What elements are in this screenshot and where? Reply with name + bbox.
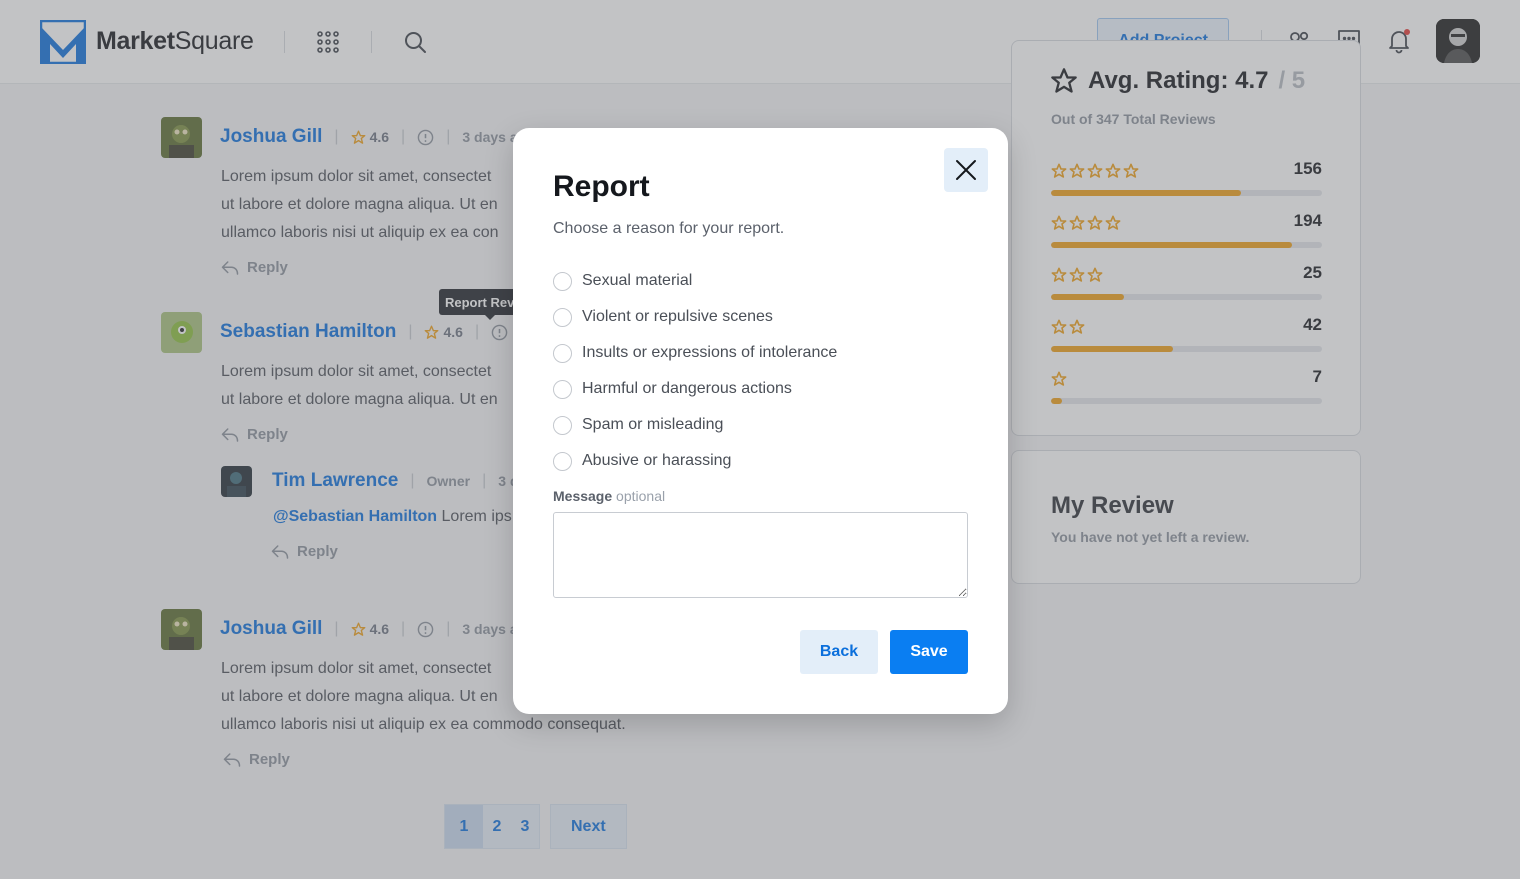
reason-option[interactable]: Spam or misleading (553, 407, 837, 443)
modal-title: Report (553, 170, 650, 203)
reason-option[interactable]: Insults or expressions of intolerance (553, 335, 837, 371)
back-button[interactable]: Back (800, 630, 878, 674)
radio-button[interactable] (553, 451, 572, 471)
close-icon (956, 160, 976, 180)
message-field[interactable] (553, 512, 968, 598)
modal-subtitle: Choose a reason for your report. (553, 220, 785, 237)
radio-button[interactable] (553, 379, 572, 399)
radio-button[interactable] (553, 343, 572, 363)
radio-button[interactable] (553, 271, 572, 291)
message-label: Message optional (553, 488, 666, 504)
radio-button[interactable] (553, 415, 572, 435)
save-button[interactable]: Save (890, 630, 968, 674)
close-button[interactable] (944, 148, 988, 192)
report-reasons: Sexual material Violent or repulsive sce… (553, 263, 837, 479)
reason-option[interactable]: Violent or repulsive scenes (553, 299, 837, 335)
reason-option[interactable]: Sexual material (553, 263, 837, 299)
reason-option[interactable]: Abusive or harassing (553, 443, 837, 479)
report-modal: Report Choose a reason for your report. … (513, 128, 1008, 714)
reason-option[interactable]: Harmful or dangerous actions (553, 371, 837, 407)
radio-button[interactable] (553, 307, 572, 327)
